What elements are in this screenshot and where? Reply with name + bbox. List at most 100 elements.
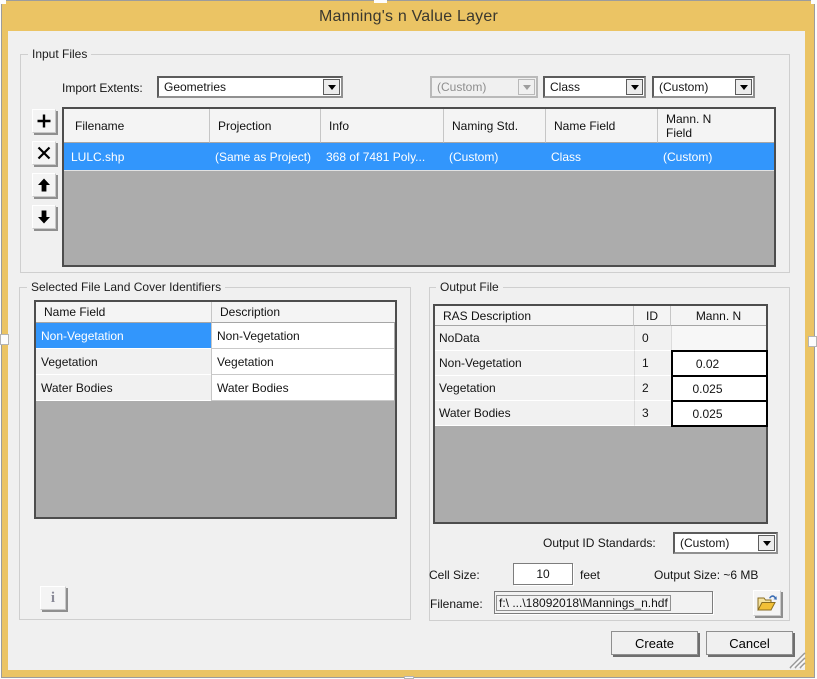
column-header-info[interactable]: Info	[321, 109, 444, 143]
import-extents-combobox[interactable]: Geometries	[157, 76, 343, 98]
info-icon: i	[51, 590, 55, 607]
cell-size-input[interactable]: 10	[513, 563, 573, 585]
cell-id[interactable]: 3	[634, 401, 671, 426]
land-cover-row[interactable]: Vegetation Vegetation	[36, 349, 395, 375]
x-icon	[36, 145, 52, 161]
mann-n-input[interactable]: 0.02	[671, 350, 768, 377]
cell-description[interactable]: Vegetation	[211, 349, 394, 375]
import-extents-label: Import Extents:	[62, 81, 143, 95]
filename-input[interactable]: f:\ ...\18092018\Mannings_n.hdf	[494, 591, 713, 614]
input-files-table-header: Filename Projection Info Naming Std. Nam…	[64, 109, 774, 143]
cell-mann-n[interactable]	[671, 326, 766, 351]
output-id-standards-combobox[interactable]: (Custom)	[673, 532, 778, 554]
background-notch	[808, 336, 817, 347]
cell-id[interactable]: 0	[634, 326, 671, 351]
cell-ras-description[interactable]: NoData	[435, 326, 634, 351]
land-cover-group-label: Selected File Land Cover Identifiers	[27, 280, 225, 294]
column-header-filename[interactable]: Filename	[64, 109, 210, 143]
cell-naming-std[interactable]: (Custom)	[444, 143, 546, 170]
land-cover-table-header: Name Field Description	[36, 302, 395, 323]
chevron-down-icon	[523, 85, 531, 90]
mann-n-input[interactable]: 0.025	[671, 375, 768, 402]
land-cover-table: Name Field Description Non-Vegetation No…	[34, 300, 397, 519]
info-button[interactable]: i	[40, 586, 66, 610]
mann-n-field-value: (Custom)	[659, 80, 708, 94]
cell-size-unit-label: feet	[580, 568, 600, 582]
arrow-up-icon	[36, 177, 52, 193]
output-table-header: RAS Description ID Mann. N	[435, 306, 766, 326]
add-file-button[interactable]	[32, 109, 56, 133]
input-files-table: Filename Projection Info Naming Std. Nam…	[62, 107, 776, 267]
create-button[interactable]: Create	[611, 631, 698, 655]
cell-mann-n-field[interactable]: (Custom)	[658, 143, 774, 170]
input-files-table-row[interactable]: LULC.shp (Same as Project) 368 of 7481 P…	[64, 143, 774, 171]
window-title: Manning's n Value Layer	[0, 8, 817, 26]
naming-std-combobox: (Custom)	[430, 76, 538, 98]
cell-ras-description[interactable]: Vegetation	[435, 376, 634, 401]
cancel-button[interactable]: Cancel	[706, 631, 793, 655]
output-size-label: Output Size: ~6 MB	[654, 568, 758, 582]
column-header-naming-std[interactable]: Naming Std.	[444, 109, 546, 143]
combo-dropdown-button	[518, 79, 535, 95]
cell-id[interactable]: 2	[634, 376, 671, 401]
filename-value: f:\ ...\18092018\Mannings_n.hdf	[496, 595, 671, 611]
column-header-name-field[interactable]: Name Field	[36, 302, 212, 323]
output-id-standards-value: (Custom)	[680, 536, 729, 550]
screen: Manning's n Value Layer Input Files Impo…	[0, 0, 817, 679]
mann-n-field-combobox[interactable]: (Custom)	[652, 76, 755, 98]
column-header-ras-description[interactable]: RAS Description	[435, 306, 634, 326]
cell-name-field[interactable]: Non-Vegetation	[36, 323, 212, 349]
cell-description[interactable]: Water Bodies	[211, 375, 394, 401]
filename-label: Filename:	[430, 597, 483, 611]
cell-id[interactable]: 1	[634, 351, 671, 376]
background-notch	[0, 0, 6, 4]
chevron-down-icon	[763, 541, 771, 546]
land-cover-row[interactable]: Non-Vegetation Non-Vegetation	[36, 323, 395, 349]
land-cover-row[interactable]: Water Bodies Water Bodies	[36, 375, 395, 401]
import-extents-value: Geometries	[164, 80, 226, 94]
move-up-button[interactable]	[32, 173, 56, 197]
cell-name-field[interactable]: Vegetation	[36, 349, 212, 375]
remove-file-button[interactable]	[32, 141, 56, 165]
output-row[interactable]: NoData 0	[435, 326, 766, 351]
cell-projection[interactable]: (Same as Project)	[210, 143, 321, 170]
background-notch	[811, 0, 817, 4]
background-notch	[374, 0, 387, 3]
input-files-group-label: Input Files	[28, 47, 91, 61]
cell-size-label: Cell Size:	[429, 568, 480, 582]
output-file-group-label: Output File	[436, 280, 503, 294]
naming-std-value: (Custom)	[437, 80, 486, 94]
cell-ras-description[interactable]: Water Bodies	[435, 401, 634, 426]
column-header-name-field[interactable]: Name Field	[546, 109, 658, 143]
output-id-standards-label: Output ID Standards:	[543, 536, 656, 550]
output-file-table: RAS Description ID Mann. N NoData 0 Non-…	[433, 304, 768, 524]
resize-grip[interactable]	[789, 652, 806, 669]
cell-filename[interactable]: LULC.shp	[64, 143, 210, 170]
name-field-combobox[interactable]: Class	[543, 76, 646, 98]
chevron-down-icon	[328, 85, 336, 90]
cell-ras-description[interactable]: Non-Vegetation	[435, 351, 634, 376]
combo-dropdown-button[interactable]	[758, 535, 775, 551]
combo-dropdown-button[interactable]	[735, 79, 752, 95]
column-header-mann-n[interactable]: Mann. N	[671, 306, 766, 326]
open-folder-icon	[756, 594, 778, 612]
column-header-id[interactable]: ID	[634, 306, 671, 326]
browse-button[interactable]	[753, 590, 781, 616]
combo-dropdown-button[interactable]	[323, 79, 340, 95]
chevron-down-icon	[740, 85, 748, 90]
cell-name-field[interactable]: Class	[546, 143, 658, 170]
column-header-mann-n-field[interactable]: Mann. N Field	[658, 109, 774, 143]
column-header-projection[interactable]: Projection	[210, 109, 321, 143]
name-field-value: Class	[550, 80, 580, 94]
arrow-down-icon	[36, 209, 52, 225]
plus-icon	[36, 113, 52, 129]
background-notch	[0, 334, 9, 345]
cell-name-field[interactable]: Water Bodies	[36, 375, 212, 401]
cell-info[interactable]: 368 of 7481 Poly...	[321, 143, 444, 170]
move-down-button[interactable]	[32, 205, 56, 229]
chevron-down-icon	[631, 85, 639, 90]
combo-dropdown-button[interactable]	[626, 79, 643, 95]
column-header-description[interactable]: Description	[212, 302, 395, 323]
cell-description[interactable]: Non-Vegetation	[211, 323, 394, 349]
mann-n-input[interactable]: 0.025	[671, 400, 768, 427]
